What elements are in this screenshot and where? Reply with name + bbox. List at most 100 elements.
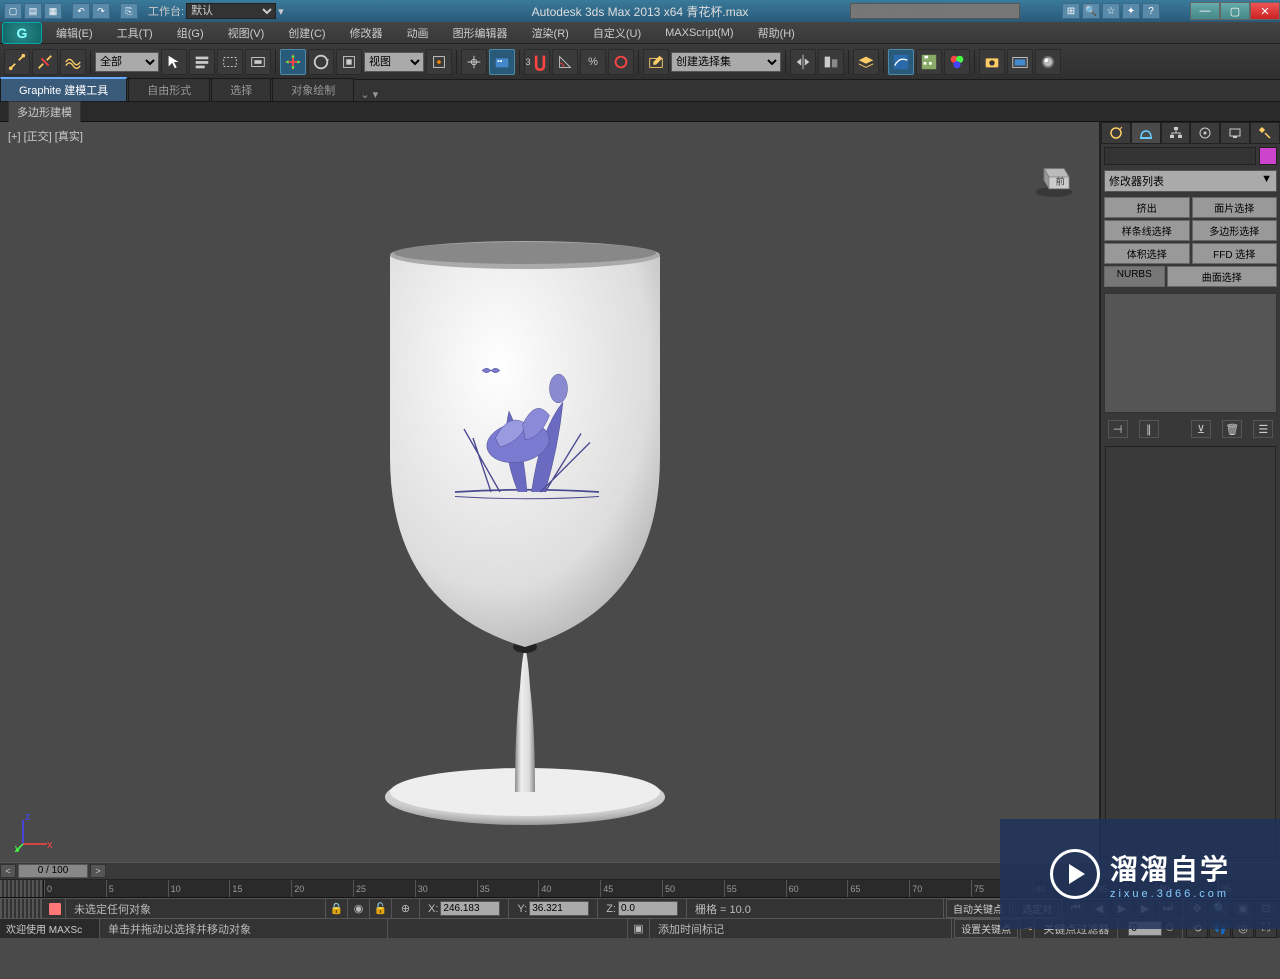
- tab-freeform[interactable]: 自由形式: [128, 78, 210, 101]
- object-color-swatch[interactable]: [1259, 147, 1277, 165]
- favorite-icon[interactable]: ☆: [1102, 3, 1120, 19]
- ref-coord-dropdown[interactable]: 视图: [364, 52, 424, 72]
- ribbon-expand-icon[interactable]: ⌄ ▾: [355, 88, 383, 101]
- menu-help[interactable]: 帮助(H): [746, 22, 807, 43]
- mod-ffdsel-button[interactable]: FFD 选择: [1192, 243, 1278, 264]
- align-icon[interactable]: [818, 49, 844, 75]
- menu-grapheditor[interactable]: 图形编辑器: [441, 22, 520, 43]
- maximize-button[interactable]: ▢: [1220, 2, 1250, 20]
- material-editor-icon[interactable]: [944, 49, 970, 75]
- tab-utilities-icon[interactable]: [1250, 122, 1280, 144]
- viewcube-icon[interactable]: 前: [1029, 152, 1079, 202]
- link-icon[interactable]: ⎘: [120, 3, 138, 19]
- save-file-icon[interactable]: ▦: [44, 3, 62, 19]
- menu-rendering[interactable]: 渲染(R): [520, 22, 581, 43]
- close-button[interactable]: ✕: [1250, 2, 1280, 20]
- timeslider-handle[interactable]: 0 / 100: [18, 864, 88, 878]
- new-file-icon[interactable]: ▢: [4, 3, 22, 19]
- edit-named-sets-icon[interactable]: [643, 49, 669, 75]
- pivot-center-icon[interactable]: [426, 49, 452, 75]
- mirror-icon[interactable]: [790, 49, 816, 75]
- timeslider-next[interactable]: >: [90, 864, 106, 878]
- minimize-button[interactable]: —: [1190, 2, 1220, 20]
- select-link-icon[interactable]: [4, 49, 30, 75]
- bind-spacewarp-icon[interactable]: [60, 49, 86, 75]
- exchange-icon[interactable]: ⊞: [1062, 3, 1080, 19]
- window-crossing-icon[interactable]: [245, 49, 271, 75]
- coord-x-input[interactable]: [440, 901, 500, 916]
- selection-filter-dropdown[interactable]: 全部: [95, 52, 159, 72]
- tab-paint[interactable]: 对象绘制: [272, 78, 354, 101]
- redo-icon[interactable]: ↷: [92, 3, 110, 19]
- search-input[interactable]: [850, 3, 1020, 19]
- curve-editor-icon[interactable]: [888, 49, 914, 75]
- remove-modifier-icon[interactable]: 🗑: [1222, 420, 1242, 438]
- tab-selection[interactable]: 选择: [211, 78, 271, 101]
- modifier-stack[interactable]: [1104, 293, 1277, 413]
- mod-nurbssurf-button[interactable]: 曲面选择: [1167, 266, 1277, 287]
- pin-stack-icon[interactable]: ⊣: [1108, 420, 1128, 438]
- tab-graphite[interactable]: Graphite 建模工具: [0, 77, 127, 101]
- coord-y-input[interactable]: [529, 901, 589, 916]
- viewport-label[interactable]: [+] [正交] [真实]: [8, 128, 83, 144]
- mod-polysel-button[interactable]: 多边形选择: [1192, 220, 1278, 241]
- isolate-icon[interactable]: ◉: [354, 902, 364, 915]
- select-rotate-icon[interactable]: [308, 49, 334, 75]
- tab-modify-icon[interactable]: [1131, 122, 1161, 144]
- undo-icon[interactable]: ↶: [72, 3, 90, 19]
- sel-lock-icon[interactable]: 🔓: [374, 902, 388, 915]
- polymodel-button[interactable]: 多边形建模: [8, 101, 81, 123]
- object-name-input[interactable]: [1104, 147, 1256, 165]
- app-icon[interactable]: G: [2, 22, 42, 44]
- menu-customize[interactable]: 自定义(U): [581, 22, 653, 43]
- trackbar-grip-icon[interactable]: [0, 880, 44, 897]
- lock-selection-icon[interactable]: 🔒: [330, 902, 344, 915]
- menu-group[interactable]: 组(G): [165, 22, 216, 43]
- timeslider-prev[interactable]: <: [0, 864, 16, 878]
- menu-create[interactable]: 创建(C): [276, 22, 337, 43]
- search-icon[interactable]: 🔍: [1082, 3, 1100, 19]
- percent-snap-icon[interactable]: %: [580, 49, 606, 75]
- menu-maxscript[interactable]: MAXScript(M): [653, 22, 745, 43]
- make-unique-icon[interactable]: ⊻: [1191, 420, 1211, 438]
- mod-volsel-button[interactable]: 体积选择: [1104, 243, 1190, 264]
- status-grip-icon[interactable]: [0, 899, 44, 918]
- unlink-icon[interactable]: [32, 49, 58, 75]
- select-scale-icon[interactable]: [336, 49, 362, 75]
- render-setup-icon[interactable]: [979, 49, 1005, 75]
- layer-manager-icon[interactable]: [853, 49, 879, 75]
- addtime-label[interactable]: 添加时间标记: [650, 919, 952, 938]
- menu-modifiers[interactable]: 修改器: [338, 22, 395, 43]
- spinner-snap-icon[interactable]: [608, 49, 634, 75]
- time-tag-icon[interactable]: ▣: [633, 922, 643, 935]
- render-production-icon[interactable]: [1035, 49, 1061, 75]
- select-by-name-icon[interactable]: [189, 49, 215, 75]
- star-icon[interactable]: ✦: [1122, 3, 1140, 19]
- keyboard-shortcut-icon[interactable]: [489, 49, 515, 75]
- workspace-dropdown[interactable]: 默认: [186, 3, 276, 19]
- named-selection-dropdown[interactable]: 创建选择集: [671, 52, 781, 72]
- menu-animation[interactable]: 动画: [395, 22, 441, 43]
- tab-hierarchy-icon[interactable]: [1161, 122, 1191, 144]
- mod-patchsel-button[interactable]: 面片选择: [1192, 197, 1278, 218]
- menu-views[interactable]: 视图(V): [216, 22, 277, 43]
- snap-toggle-icon[interactable]: 3: [524, 49, 550, 75]
- show-end-result-icon[interactable]: ∥: [1139, 420, 1159, 438]
- open-file-icon[interactable]: ▤: [24, 3, 42, 19]
- angle-snap-icon[interactable]: [552, 49, 578, 75]
- select-object-icon[interactable]: [161, 49, 187, 75]
- tab-motion-icon[interactable]: [1190, 122, 1220, 144]
- menu-tools[interactable]: 工具(T): [105, 22, 165, 43]
- help-icon[interactable]: ?: [1142, 3, 1160, 19]
- modifier-list-dropdown[interactable]: 修改器列表▼: [1104, 170, 1277, 192]
- rectangle-region-icon[interactable]: [217, 49, 243, 75]
- select-move-icon[interactable]: [280, 49, 306, 75]
- transform-typein-icon[interactable]: ⊕: [401, 902, 410, 915]
- manipulate-icon[interactable]: [461, 49, 487, 75]
- render-frame-icon[interactable]: [1007, 49, 1033, 75]
- maxscript-listener-icon[interactable]: [48, 902, 62, 916]
- viewport[interactable]: [+] [正交] [真实] 前 z x y: [0, 122, 1100, 862]
- schematic-view-icon[interactable]: [916, 49, 942, 75]
- mod-splinesel-button[interactable]: 样条线选择: [1104, 220, 1190, 241]
- coord-z-input[interactable]: [618, 901, 678, 916]
